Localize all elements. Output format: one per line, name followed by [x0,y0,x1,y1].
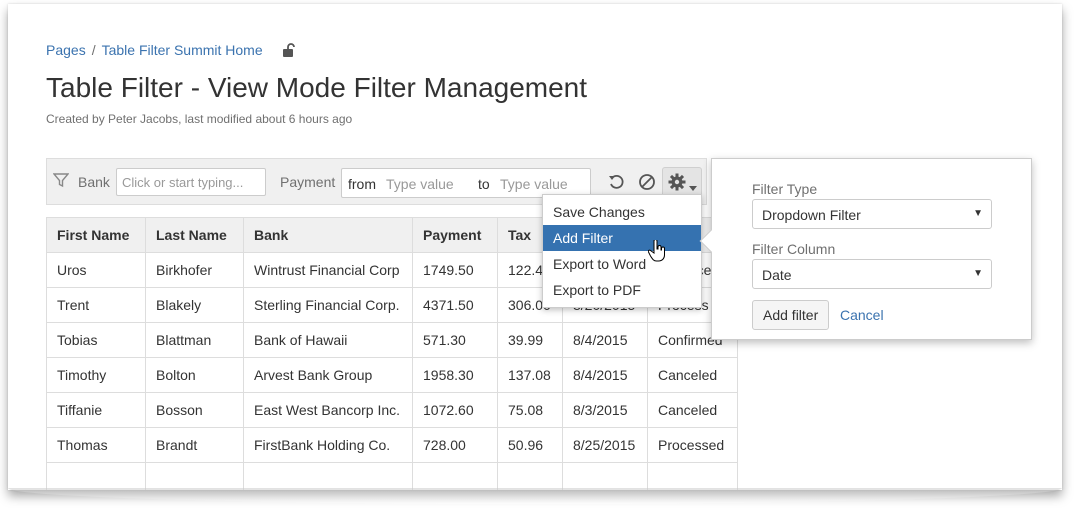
table-cell: Bank of Hawaii [243,322,413,358]
table-cell: 8/25/2015 [562,427,648,463]
table-row: Tiffanie Bosson East West Bancorp Inc. 1… [46,392,738,428]
table-cell: 39.99 [497,322,563,358]
menu-item-save-changes[interactable]: Save Changes [543,199,701,225]
table-row: Thomas Brandt FirstBank Holding Co. 728.… [46,427,738,463]
undo-icon[interactable] [607,172,627,192]
card-shadow [8,488,1062,504]
select-caret-icon: ▼ [973,268,983,279]
add-filter-panel: Filter Type Dropdown Filter ▼ Filter Col… [699,158,1032,340]
table-cell: Blakely [145,287,244,323]
breadcrumb-parent-link[interactable]: Table Filter Summit Home [102,42,263,58]
filter-type-select[interactable]: Dropdown Filter ▼ [752,199,992,229]
table-cell [562,462,648,490]
table-cell: 8/4/2015 [562,357,648,393]
table-cell: 728.00 [412,427,498,463]
column-header[interactable]: Payment [412,217,498,253]
bank-filter-input[interactable]: Click or start typing... [116,168,266,196]
table-cell [46,462,146,490]
table-cell [243,462,413,490]
table-cell: Tiffanie [46,392,146,428]
filter-type-label: Filter Type [752,181,818,197]
table-cell: East West Bancorp Inc. [243,392,413,428]
add-filter-button[interactable]: Add filter [752,300,830,330]
column-header[interactable]: First Name [46,217,146,253]
filter-column-value: Date [762,267,792,283]
table-cell: 8/4/2015 [562,322,648,358]
clear-icon[interactable] [637,172,657,192]
table-cell [497,462,563,490]
select-caret-icon: ▼ [973,208,983,219]
table-cell: Birkhofer [145,252,244,288]
table-cell: 1958.30 [412,357,498,393]
cancel-link[interactable]: Cancel [840,307,884,323]
funnel-icon [52,172,70,188]
bank-filter-label: Bank [78,174,110,190]
table-cell: 8/3/2015 [562,392,648,428]
table-cell: 75.08 [497,392,563,428]
table-cell [647,462,738,490]
table-cell: Bolton [145,357,244,393]
menu-item-export-pdf[interactable]: Export to PDF [543,277,701,303]
breadcrumb-separator: / [91,42,96,58]
filter-type-value: Dropdown Filter [762,207,861,223]
table-row: Tobias Blattman Bank of Hawaii 571.30 39… [46,322,738,358]
filter-column-label: Filter Column [752,241,836,257]
table-cell: Tobias [46,322,146,358]
table-cell: 1072.60 [412,392,498,428]
column-header[interactable]: Bank [243,217,413,253]
filter-column-select[interactable]: Date ▼ [752,259,992,289]
table-cell: 50.96 [497,427,563,463]
hand-cursor-icon [647,239,666,262]
table-cell: Wintrust Financial Corp [243,252,413,288]
to-label: to [478,176,490,192]
table-cell: Blattman [145,322,244,358]
breadcrumb-pages-link[interactable]: Pages [46,42,86,58]
from-label: from [348,176,376,192]
table-cell: Bosson [145,392,244,428]
table-cell: 571.30 [412,322,498,358]
table-cell: Uros [46,252,146,288]
menu-item-add-filter[interactable]: Add Filter [543,225,701,251]
settings-menu-button[interactable] [662,167,702,197]
table-cell [412,462,498,490]
table-cell: Sterling Financial Corp. [243,287,413,323]
table-cell: 137.08 [497,357,563,393]
breadcrumb: Pages / Table Filter Summit Home [46,42,295,58]
page-title: Table Filter - View Mode Filter Manageme… [46,72,588,103]
table-cell: Canceled [647,392,738,428]
table-cell: 1749.50 [412,252,498,288]
table-cell: Thomas [46,427,146,463]
payment-filter-label: Payment [280,174,336,190]
table-cell: Arvest Bank Group [243,357,413,393]
payment-to-input[interactable]: Type value [500,176,568,192]
settings-dropdown-menu: Save Changes Add Filter Export to Word E… [542,194,702,308]
unlock-icon[interactable] [282,43,295,57]
menu-item-export-word[interactable]: Export to Word [543,251,701,277]
payment-from-input[interactable]: Type value [386,176,454,192]
table-cell: Canceled [647,357,738,393]
table-cell: 4371.50 [412,287,498,323]
table-cell: Processed [647,427,738,463]
table-cell: Timothy [46,357,146,393]
table-cell: Trent [46,287,146,323]
table-cell: Brandt [145,427,244,463]
page-metadata: Created by Peter Jacobs, last modified a… [46,112,353,126]
table-cell [145,462,244,490]
column-header[interactable]: Last Name [145,217,244,253]
table-row: Timothy Bolton Arvest Bank Group 1958.30… [46,357,738,393]
table-cell: FirstBank Holding Co. [243,427,413,463]
page-card: Pages / Table Filter Summit Home Table F… [8,4,1062,490]
table-row [46,462,738,490]
